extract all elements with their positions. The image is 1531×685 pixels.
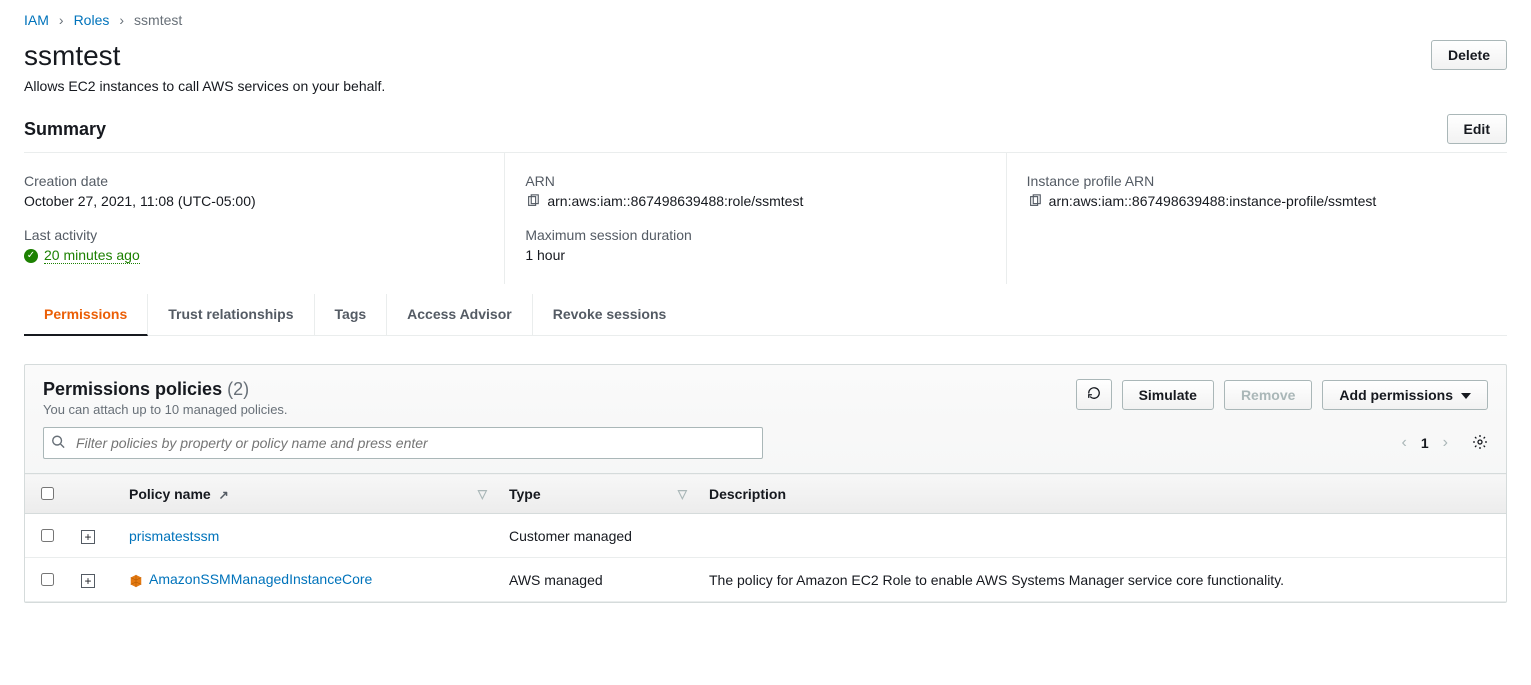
add-permissions-button[interactable]: Add permissions	[1322, 380, 1488, 410]
col-type[interactable]: Type	[509, 486, 541, 502]
col-policy-name[interactable]: Policy name	[129, 486, 211, 502]
last-activity-label: Last activity	[24, 227, 494, 243]
table-row: + prismatestssm Customer managed	[25, 514, 1506, 558]
page-next-button[interactable]: ›	[1443, 434, 1448, 452]
policy-name-link[interactable]: AmazonSSMManagedInstanceCore	[149, 571, 372, 587]
policy-name-link[interactable]: prismatestssm	[129, 528, 219, 544]
col-description: Description	[709, 486, 786, 502]
tab-access-advisor[interactable]: Access Advisor	[387, 294, 533, 335]
summary-heading: Summary	[24, 119, 106, 140]
edit-button[interactable]: Edit	[1447, 114, 1507, 144]
breadcrumb-iam[interactable]: IAM	[24, 12, 49, 28]
page-prev-button[interactable]: ‹	[1402, 434, 1407, 452]
breadcrumb-roles[interactable]: Roles	[74, 12, 110, 28]
max-session-value: 1 hour	[525, 247, 995, 263]
remove-button[interactable]: Remove	[1224, 380, 1312, 410]
expand-icon[interactable]: +	[81, 574, 95, 588]
chevron-right-icon: ›	[59, 12, 64, 28]
instance-profile-value: arn:aws:iam::867498639488:instance-profi…	[1049, 193, 1377, 209]
panel-count: (2)	[227, 379, 249, 399]
tab-revoke-sessions[interactable]: Revoke sessions	[533, 294, 687, 335]
tab-trust-relationships[interactable]: Trust relationships	[148, 294, 314, 335]
arn-label: ARN	[525, 173, 995, 189]
arn-value: arn:aws:iam::867498639488:role/ssmtest	[547, 193, 803, 209]
sort-icon[interactable]: ▽	[478, 487, 487, 501]
copy-icon[interactable]	[1027, 193, 1043, 209]
max-session-label: Maximum session duration	[525, 227, 995, 243]
aws-managed-policy-icon	[129, 574, 143, 588]
gear-icon[interactable]	[1472, 434, 1488, 453]
tab-tags[interactable]: Tags	[315, 294, 388, 335]
row-checkbox[interactable]	[41, 529, 54, 542]
last-activity-value[interactable]: 20 minutes ago	[44, 247, 140, 264]
simulate-button[interactable]: Simulate	[1122, 380, 1214, 410]
tabs: Permissions Trust relationships Tags Acc…	[24, 294, 1507, 336]
tab-permissions[interactable]: Permissions	[24, 294, 148, 336]
copy-icon[interactable]	[525, 193, 541, 209]
page-number: 1	[1421, 435, 1429, 451]
policy-type: Customer managed	[497, 514, 697, 558]
external-link-icon: ↗	[219, 488, 229, 502]
refresh-button[interactable]	[1076, 379, 1112, 410]
policy-type: AWS managed	[497, 558, 697, 602]
delete-button[interactable]: Delete	[1431, 40, 1507, 70]
creation-date-value: October 27, 2021, 11:08 (UTC-05:00)	[24, 193, 494, 209]
expand-icon[interactable]: +	[81, 530, 95, 544]
panel-subtitle: You can attach up to 10 managed policies…	[43, 402, 288, 417]
page-description: Allows EC2 instances to call AWS service…	[24, 78, 385, 94]
sort-icon[interactable]: ▽	[678, 487, 687, 501]
breadcrumb-current: ssmtest	[134, 12, 182, 28]
instance-profile-label: Instance profile ARN	[1027, 173, 1497, 189]
page-title: ssmtest	[24, 40, 385, 72]
policy-description	[697, 514, 1506, 558]
policy-filter-input[interactable]	[43, 427, 763, 459]
breadcrumb: IAM › Roles › ssmtest	[24, 12, 1507, 28]
policy-description: The policy for Amazon EC2 Role to enable…	[697, 558, 1506, 602]
search-icon	[51, 435, 65, 452]
check-circle-icon: ✓	[24, 249, 38, 263]
select-all-checkbox[interactable]	[41, 487, 54, 500]
chevron-right-icon: ›	[119, 12, 124, 28]
creation-date-label: Creation date	[24, 173, 494, 189]
row-checkbox[interactable]	[41, 573, 54, 586]
panel-title: Permissions policies	[43, 379, 222, 399]
table-row: + AmazonSSMManagedInstanceCore AWS managed…	[25, 558, 1506, 602]
